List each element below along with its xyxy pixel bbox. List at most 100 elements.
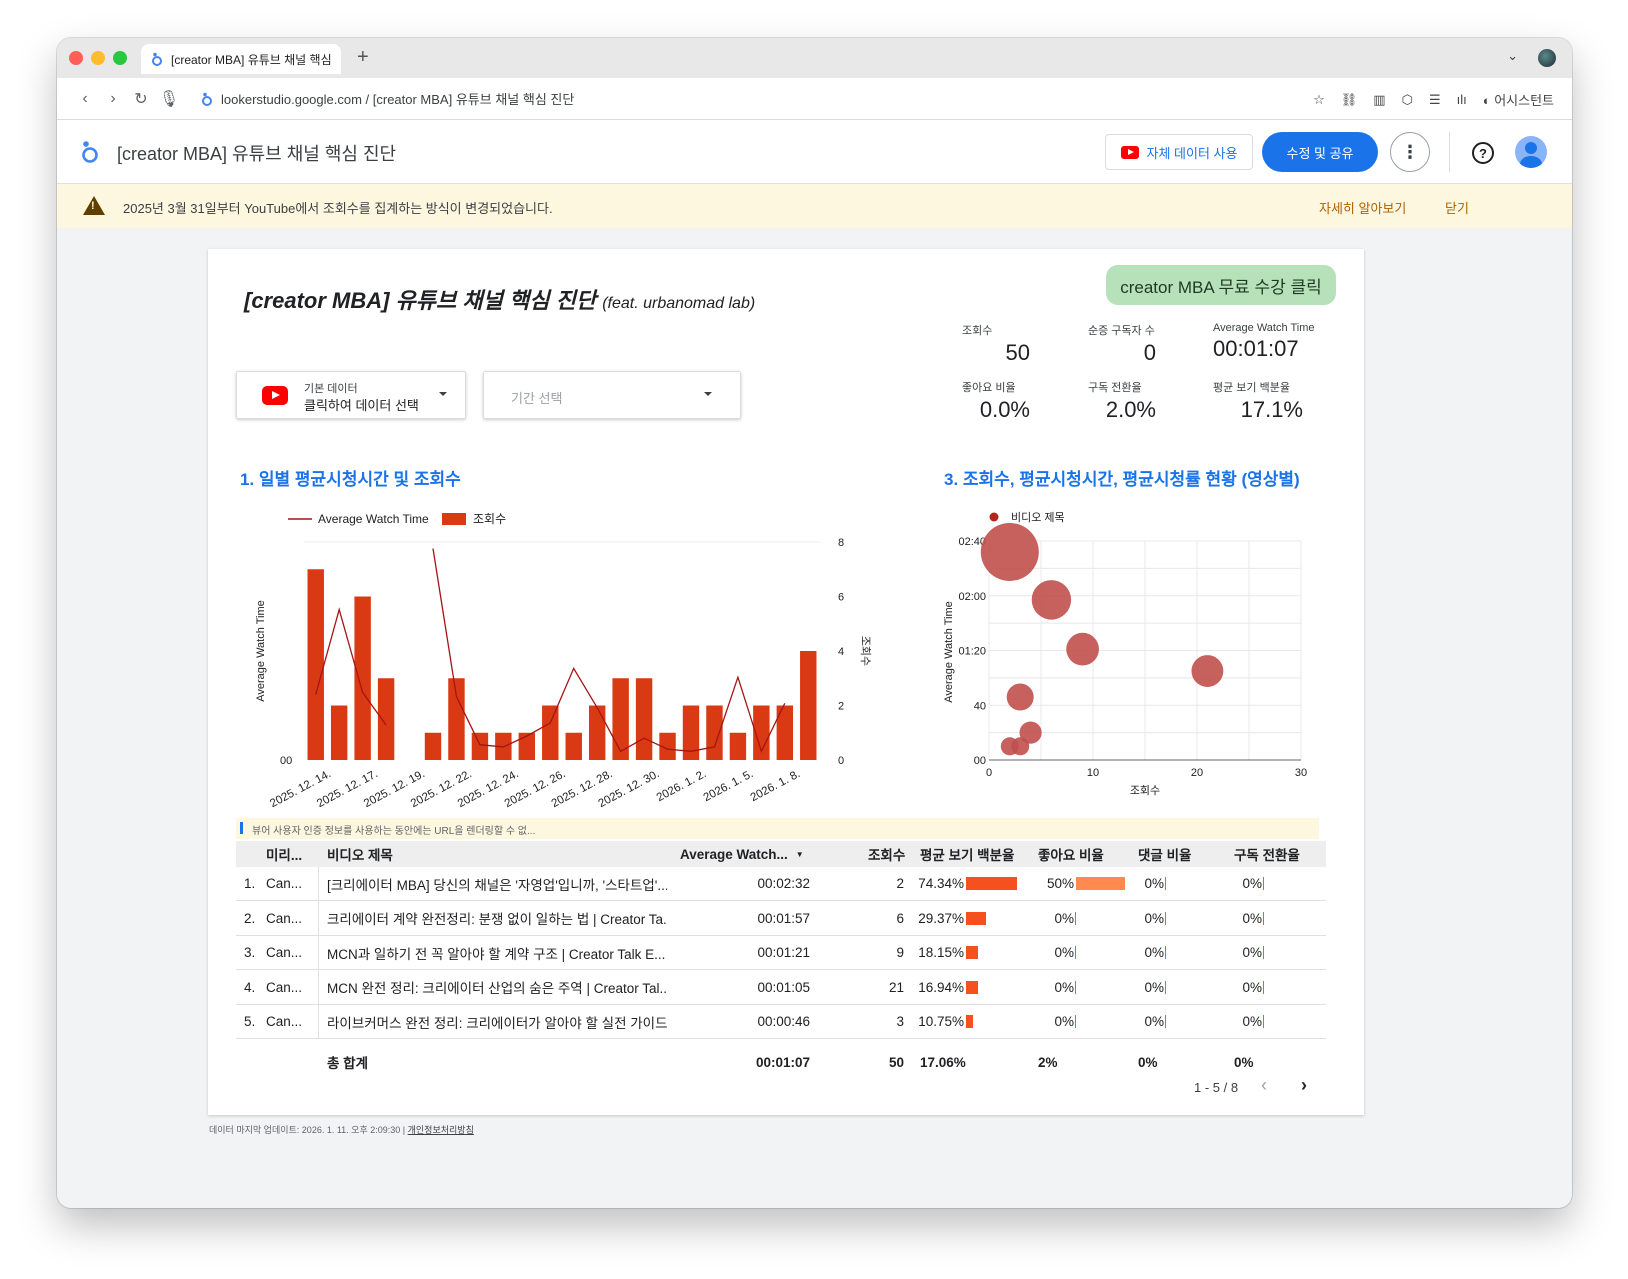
header-subscription-rate[interactable]: 구독 전환율: [1234, 841, 1314, 867]
audio-icon[interactable]: ılı: [1457, 92, 1467, 107]
comment-bar-empty: [1165, 946, 1166, 960]
avatar[interactable]: [1515, 136, 1547, 168]
header-views[interactable]: 조회수: [868, 841, 908, 867]
like-value: 0%: [1054, 979, 1074, 995]
header-average-view-percentage[interactable]: 평균 보기 백분율: [920, 841, 1030, 867]
date-range-selector[interactable]: 기간 선택: [483, 371, 741, 419]
table-row[interactable]: 5. Can... 라이브커머스 완전 정리: 크리에이터가 알아야 할 실전 가이…: [236, 1005, 1326, 1040]
x-axis-tick: 0: [986, 767, 992, 779]
reload-icon[interactable]: ↻: [127, 89, 155, 109]
header-comment-ratio[interactable]: 댓글 비율: [1138, 841, 1218, 867]
minimize-window-button[interactable]: [91, 51, 105, 65]
microphone-icon[interactable]: 🎙: [155, 89, 183, 109]
row-average-watch-time: 00:02:32: [757, 876, 810, 891]
bookmark-star-icon[interactable]: ☆: [1313, 92, 1325, 108]
assistant-button[interactable]: ◐ 어시스턴트: [1483, 90, 1554, 109]
help-icon[interactable]: ?: [1472, 142, 1494, 164]
edit-and-share-button[interactable]: 수정 및 공유: [1262, 132, 1378, 172]
like-value: 0%: [1054, 945, 1074, 961]
row-video-title[interactable]: 라이브커머스 완전 정리: 크리에이터가 알아야 할 실전 가이드...: [327, 1005, 667, 1038]
reading-list-icon[interactable]: ☰: [1429, 92, 1441, 108]
bar-views: [330, 705, 348, 760]
extension-icon[interactable]: ▥: [1373, 92, 1385, 108]
puzzle-icon[interactable]: ⬡: [1402, 92, 1413, 108]
report-title-suffix: (feat. urbanomad lab): [602, 295, 756, 312]
comment-value: 0%: [1144, 910, 1164, 926]
kpi-label: Average Watch Time: [1213, 322, 1315, 334]
table-row[interactable]: 1. Can... [크리에이터 MBA] 당신의 채널은 '자영업'입니까, '스…: [236, 867, 1326, 901]
forward-icon[interactable]: ›: [99, 90, 127, 108]
right-axis-tick: 8: [838, 537, 844, 549]
row-video-title[interactable]: MCN과 일하기 전 꼭 알아야 할 계약 구조 | Creator Talk …: [327, 936, 667, 969]
y-axis-tick: 40: [974, 700, 986, 712]
browser-profile-icon[interactable]: [1538, 49, 1556, 67]
sub-bar-empty: [1263, 877, 1264, 890]
row-preview: Can...: [266, 876, 303, 891]
next-page-icon[interactable]: ›: [1301, 1075, 1307, 1096]
more-options-icon[interactable]: ⋮: [1390, 132, 1430, 172]
comment-value: 0%: [1144, 945, 1164, 961]
notice-text: 2025년 3월 31일부터 YouTube에서 조회수를 집계하는 방식이 변…: [123, 201, 553, 216]
report-canvas: [creator MBA] 유튜브 채널 핵심 진단 (feat. urbano…: [57, 228, 1572, 1208]
dropdown-caret-icon: [704, 392, 712, 396]
tab-list-chevron-icon[interactable]: ⌄: [1507, 48, 1518, 64]
report-name[interactable]: [creator MBA] 유튜브 채널 핵심 진단: [117, 140, 396, 166]
kpi-label: 구독 전환율: [1088, 382, 1142, 394]
avp-value: 16.94%: [918, 979, 964, 995]
row-video-title[interactable]: MCN 완전 정리: 크리에이터 산업의 숨은 주역 | Creator Tal…: [327, 971, 667, 1004]
divider: [1449, 132, 1450, 172]
kpi-value: 2.0%: [1105, 397, 1156, 422]
header-average-watch-time[interactable]: Average Watch... ▼: [680, 841, 810, 867]
looker-studio-icon: [152, 52, 162, 66]
notice-close-button[interactable]: 닫기: [1445, 198, 1469, 217]
bar-views: [307, 569, 324, 760]
header-like-ratio[interactable]: 좋아요 비율: [1038, 841, 1118, 867]
table-row[interactable]: 2. Can... 크리에이터 계약 완전정리: 분쟁 없이 일하는 법 | Cre…: [236, 901, 1326, 936]
column-divider: [318, 1005, 319, 1039]
row-video-title[interactable]: [크리에이터 MBA] 당신의 채널은 '자영업'입니까, '스타트업'...: [327, 867, 667, 900]
sub-value: 0%: [1242, 945, 1262, 961]
free-course-button[interactable]: creator MBA 무료 수강 클릭: [1106, 265, 1336, 305]
site-icon: [202, 92, 212, 106]
comment-bar-empty: [1165, 980, 1166, 994]
bar-views: [635, 678, 653, 760]
comment-value: 0%: [1144, 979, 1164, 995]
data-source-selector[interactable]: 기본 데이터 클릭하여 데이터 선택: [236, 371, 466, 419]
row-preview: Can...: [266, 910, 303, 926]
looker-studio-logo-icon[interactable]: [79, 140, 99, 164]
youtube-icon: [1120, 145, 1139, 159]
table-row[interactable]: 4. Can... MCN 완전 정리: 크리에이터 산업의 숨은 주역 | Cre…: [236, 970, 1326, 1005]
use-own-data-button[interactable]: 자체 데이터 사용: [1105, 134, 1253, 170]
row-comment-ratio: 0%: [1112, 971, 1222, 1004]
row-average-watch-time: 00:01:21: [757, 945, 810, 961]
report-title-main: [creator MBA] 유튜브 채널 핵심 진단: [244, 288, 597, 313]
new-tab-button[interactable]: +: [357, 46, 369, 69]
row-preview: Can...: [266, 1014, 303, 1030]
table-row[interactable]: 3. Can... MCN과 일하기 전 꼭 알아야 할 계약 구조 | Creat…: [236, 936, 1326, 971]
use-own-data-label: 자체 데이터 사용: [1146, 145, 1238, 161]
header-preview[interactable]: 미리...: [266, 841, 314, 867]
zoom-window-button[interactable]: [113, 51, 127, 65]
link-icon[interactable]: ⛓: [1341, 92, 1358, 108]
browser-tab[interactable]: [creator MBA] 유튜브 채널 핵심 진단: [141, 44, 341, 74]
avp-bar: [966, 911, 986, 925]
report-footer: 데이터 마지막 업데이트: 2026. 1. 11. 오후 2:09:30 | …: [209, 1123, 474, 1136]
youtube-icon: [262, 386, 288, 405]
back-icon[interactable]: ‹: [71, 90, 99, 108]
privacy-policy-link[interactable]: 개인정보처리방침: [408, 1125, 474, 1135]
total-awt: 00:01:07: [755, 1054, 810, 1070]
previous-page-icon[interactable]: ‹: [1261, 1075, 1267, 1096]
header-video-title[interactable]: 비디오 제목: [327, 841, 527, 867]
legend-bar-swatch: [442, 513, 466, 525]
x-axis-tick: 2026. 1. 8.: [749, 768, 803, 804]
table-total-row: 총 합계 00:01:07 50 17.06% 2% 0% 0%: [236, 1040, 1326, 1084]
learn-more-link[interactable]: 자세히 알아보기: [1319, 198, 1406, 217]
close-window-button[interactable]: [69, 51, 83, 65]
row-video-title[interactable]: 크리에이터 계약 완전정리: 분쟁 없이 일하는 법 | Creator Ta.…: [327, 902, 667, 935]
bar-views: [588, 705, 606, 760]
url-field[interactable]: lookerstudio.google.com / [creator MBA] …: [201, 89, 574, 108]
sub-value: 0%: [1242, 1014, 1262, 1030]
app-header: [creator MBA] 유튜브 채널 핵심 진단 자체 데이터 사용 수정 …: [57, 120, 1572, 184]
row-average-view-percentage: 74.34%: [912, 867, 1032, 900]
header-awt-label: Average Watch...: [680, 846, 788, 862]
